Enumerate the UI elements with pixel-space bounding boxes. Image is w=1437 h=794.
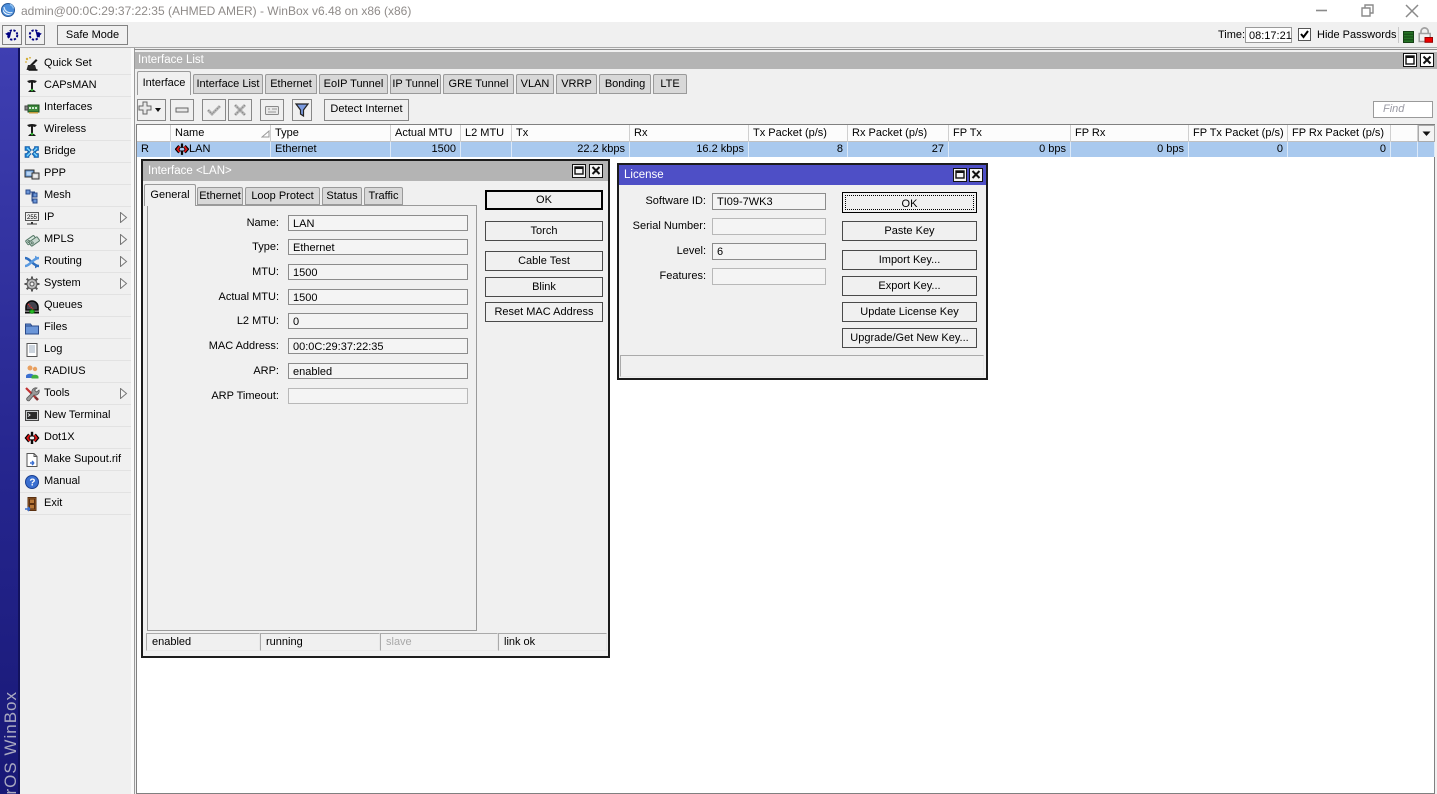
svg-text:255: 255: [27, 215, 38, 221]
svg-text:?: ?: [29, 478, 35, 489]
